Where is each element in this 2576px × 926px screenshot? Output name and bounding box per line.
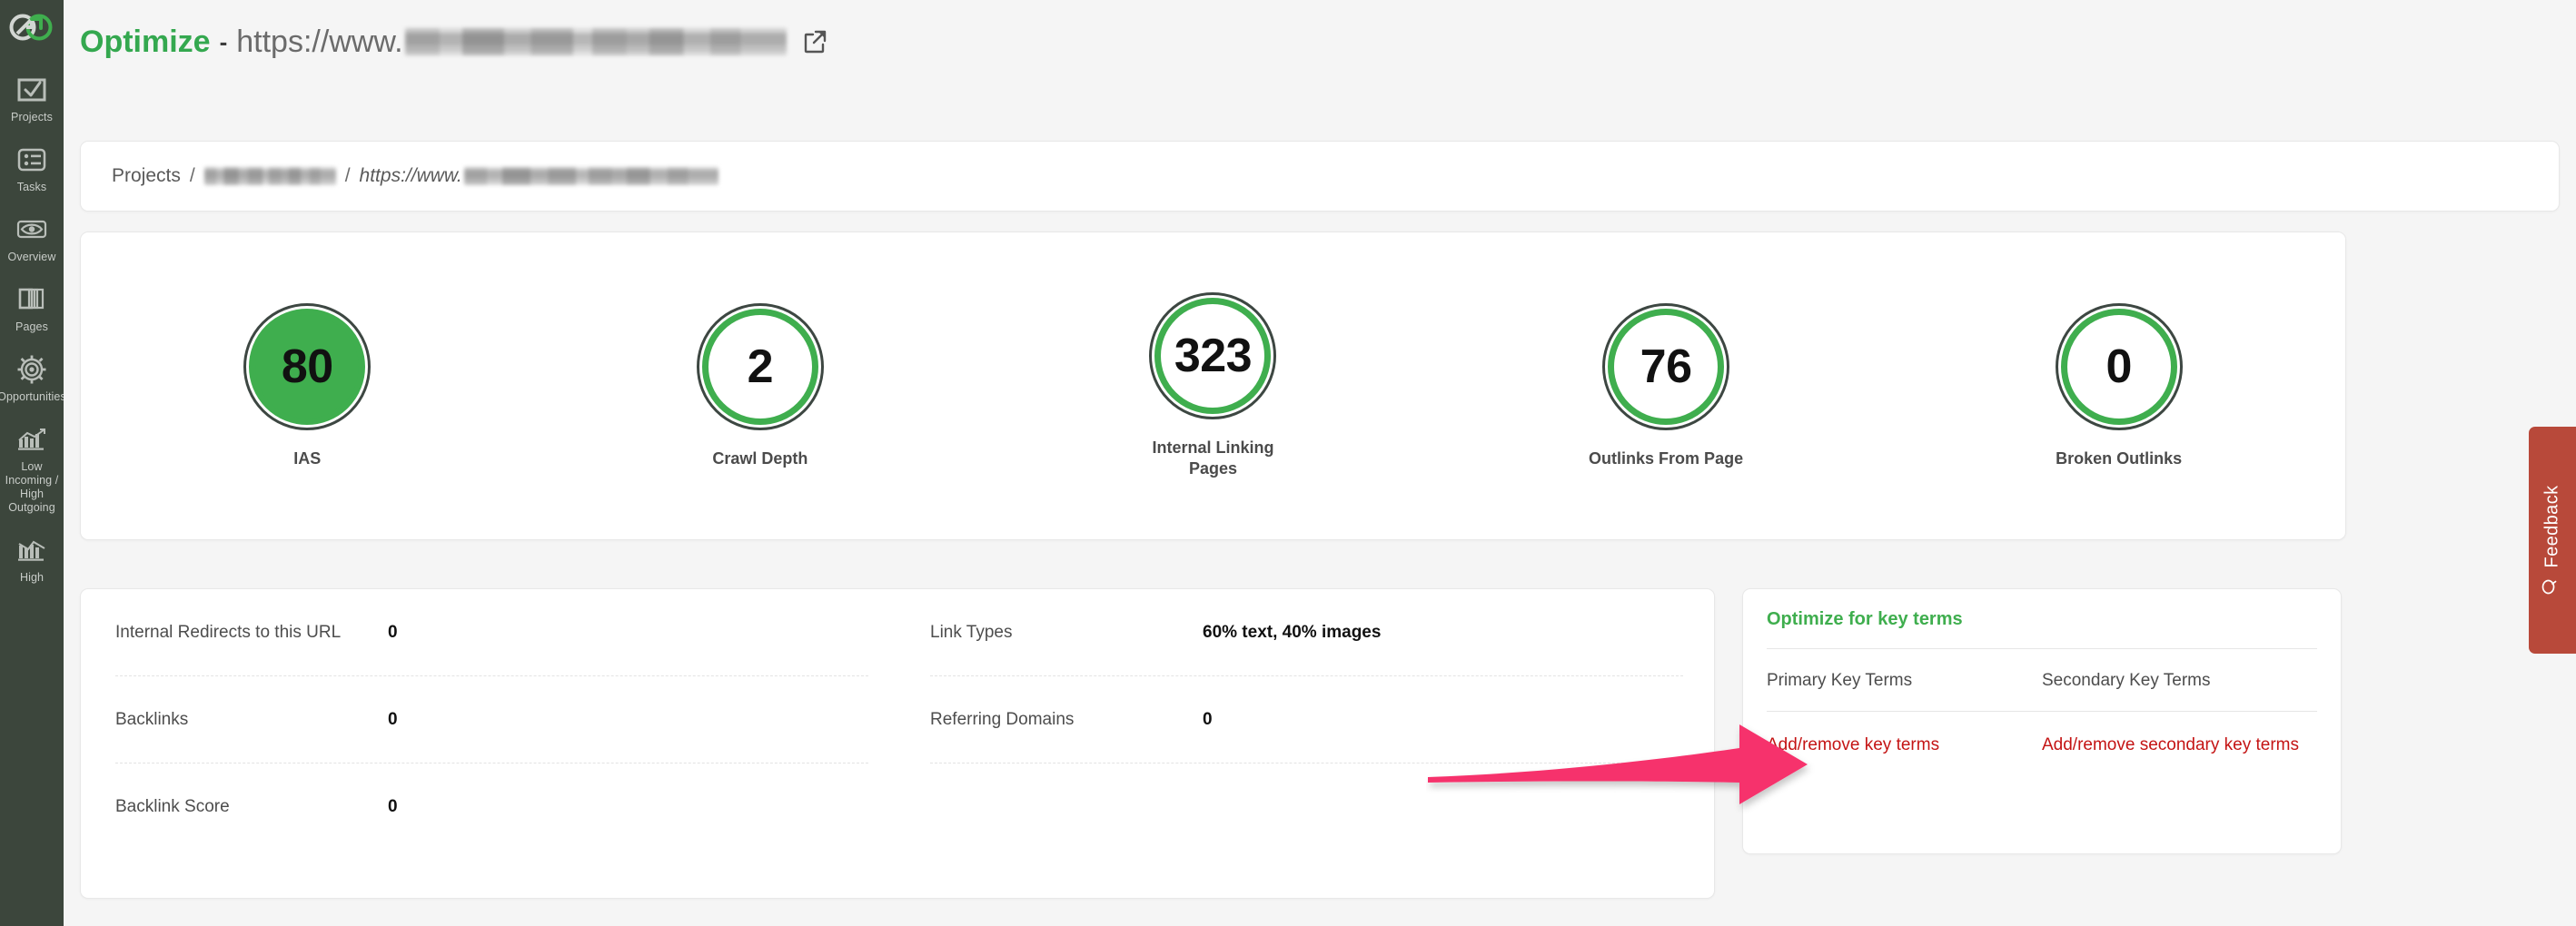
primary-key-terms-header-cell: Primary Key Terms (1767, 649, 2042, 711)
breadcrumb-project-redacted[interactable] (203, 167, 336, 185)
metric-ring: 80 (243, 302, 372, 430)
secondary-key-terms-action-cell: Add/remove secondary key terms (2042, 712, 2317, 776)
metric-outlinks-from-page: 76 Outlinks From Page (1440, 302, 1893, 469)
breadcrumb-card: Projects / / https://www. (80, 141, 2560, 212)
key-terms-action-row: Add/remove key terms Add/remove secondar… (1767, 712, 2317, 776)
metric-label: IAS (293, 448, 322, 468)
sidebar-item-label: Overview (7, 251, 56, 263)
bar-chart-down-icon (16, 535, 47, 566)
metric-ring: 76 (1602, 302, 1730, 430)
stat-value: 0 (388, 622, 398, 642)
secondary-key-terms-label: Secondary Key Terms (2042, 671, 2211, 690)
stat-label: Internal Redirects to this URL (115, 622, 342, 642)
sidebar-item-opportunities[interactable]: Opportunities (0, 345, 64, 411)
sidebar-item-projects[interactable]: Projects (0, 65, 64, 132)
metric-value: 80 (281, 340, 333, 393)
sidebar-item-tasks[interactable]: Tasks (0, 135, 64, 202)
add-remove-secondary-key-terms-link[interactable]: Add/remove secondary key terms (2042, 735, 2299, 754)
checkbox-check-icon (16, 74, 47, 105)
sidebar-item-label: Tasks (16, 181, 47, 193)
breadcrumb: Projects / / https://www. (112, 165, 718, 187)
sidebar-item-pages[interactable]: Pages (0, 275, 64, 341)
key-terms-header-row: Primary Key Terms Secondary Key Terms (1767, 649, 2317, 711)
stats-column-right: Link Types 60% text, 40% images Referrin… (899, 589, 1714, 898)
table-row: Backlinks 0 (115, 676, 868, 763)
metric-broken-outlinks: 0 Broken Outlinks (1892, 302, 2345, 469)
list-icon (16, 144, 47, 175)
breadcrumb-separator: / (344, 165, 351, 186)
add-remove-key-terms-link[interactable]: Add/remove key terms (1767, 735, 1939, 754)
breadcrumb-url-prefix: https://www. (359, 165, 462, 186)
metric-crawl-depth: 2 Crawl Depth (534, 302, 987, 469)
sidebar-item-overview[interactable]: Overview (0, 205, 64, 271)
sidebar-item-label: Pages (15, 320, 48, 333)
sidebar-item-label: Opportunities (0, 390, 64, 403)
table-row: Internal Redirects to this URL 0 (115, 589, 868, 676)
stats-column-left: Internal Redirects to this URL 0 Backlin… (81, 589, 899, 898)
main-content: Optimize - https://www. Projects / / htt… (64, 0, 2576, 926)
sidebar-item-label: Low Incoming / High Outgoing (5, 460, 59, 514)
page-title-url-prefix: https://www. (236, 25, 403, 59)
app-root: Projects Tasks Overview Pages Opportunit… (0, 0, 2576, 926)
metric-value: 323 (1174, 330, 1253, 382)
secondary-key-terms-header-cell: Secondary Key Terms (2042, 649, 2317, 711)
optimize-key-terms-card: Optimize for key terms Primary Key Terms… (1742, 588, 2342, 854)
gear-target-icon (16, 354, 47, 385)
bar-chart-up-icon (16, 424, 47, 455)
feedback-label: Feedback (2541, 485, 2562, 568)
primary-key-terms-action-cell: Add/remove key terms (1767, 712, 2042, 776)
metric-label: Outlinks From Page (1589, 448, 1744, 468)
metric-label: Internal Linking Pages (1152, 438, 1274, 478)
metric-label: Broken Outlinks (2056, 448, 2183, 468)
page-title: Optimize - https://www. (80, 24, 828, 60)
stat-value: 0 (388, 709, 398, 729)
primary-key-terms-label: Primary Key Terms (1767, 671, 1913, 690)
table-row: Backlink Score 0 (115, 763, 868, 851)
metric-ring: 0 (2055, 302, 2183, 430)
metric-value: 76 (1640, 340, 1692, 393)
table-row-empty (930, 763, 1683, 851)
metric-label: Crawl Depth (712, 448, 808, 468)
stat-label: Link Types (930, 622, 1013, 642)
table-row: Link Types 60% text, 40% images (930, 589, 1683, 676)
feedback-tab-inner: Feedback (2541, 485, 2564, 595)
sidebar-item-high[interactable]: High (0, 526, 64, 592)
page-title-url-redacted (404, 28, 787, 55)
left-sidebar: Projects Tasks Overview Pages Opportunit… (0, 0, 64, 926)
external-link-icon[interactable] (801, 28, 828, 55)
page-title-highlight: Optimize (80, 25, 211, 59)
breadcrumb-url-redacted (463, 167, 718, 185)
eye-icon (16, 214, 47, 245)
table-row: Referring Domains 0 (930, 676, 1683, 763)
stat-label: Backlinks (115, 709, 189, 729)
speech-bubble-icon (2541, 577, 2564, 596)
stats-card: Internal Redirects to this URL 0 Backlin… (80, 588, 1715, 899)
key-terms-title: Optimize for key terms (1767, 609, 1963, 629)
metric-ring: 2 (696, 302, 824, 430)
sidebar-item-label: High (19, 571, 45, 584)
metrics-card: 80 IAS 2 Crawl Depth 323 Internal Linkin… (80, 232, 2346, 540)
breadcrumb-separator: / (189, 165, 195, 186)
stat-value: 60% text, 40% images (1203, 622, 1382, 642)
infinity-link-logo[interactable] (8, 9, 55, 45)
metric-ring: 323 (1149, 292, 1277, 419)
page-title-dash: - (219, 28, 228, 55)
breadcrumb-root[interactable]: Projects (112, 165, 181, 187)
sidebar-item-low-incoming-high-outgoing[interactable]: Low Incoming / High Outgoing (0, 415, 64, 522)
metric-value: 2 (747, 340, 774, 393)
metric-value: 0 (2105, 340, 2132, 393)
feedback-tab[interactable]: Feedback (2529, 427, 2576, 654)
stat-value: 0 (1203, 709, 1213, 729)
stat-label: Backlink Score (115, 797, 230, 816)
pages-stack-icon (16, 284, 47, 315)
metric-internal-linking-pages: 323 Internal Linking Pages (986, 292, 1440, 479)
stat-label: Referring Domains (930, 709, 1075, 729)
sidebar-item-label: Projects (11, 111, 53, 123)
stat-value: 0 (388, 797, 398, 816)
metric-ias: 80 IAS (81, 302, 534, 469)
